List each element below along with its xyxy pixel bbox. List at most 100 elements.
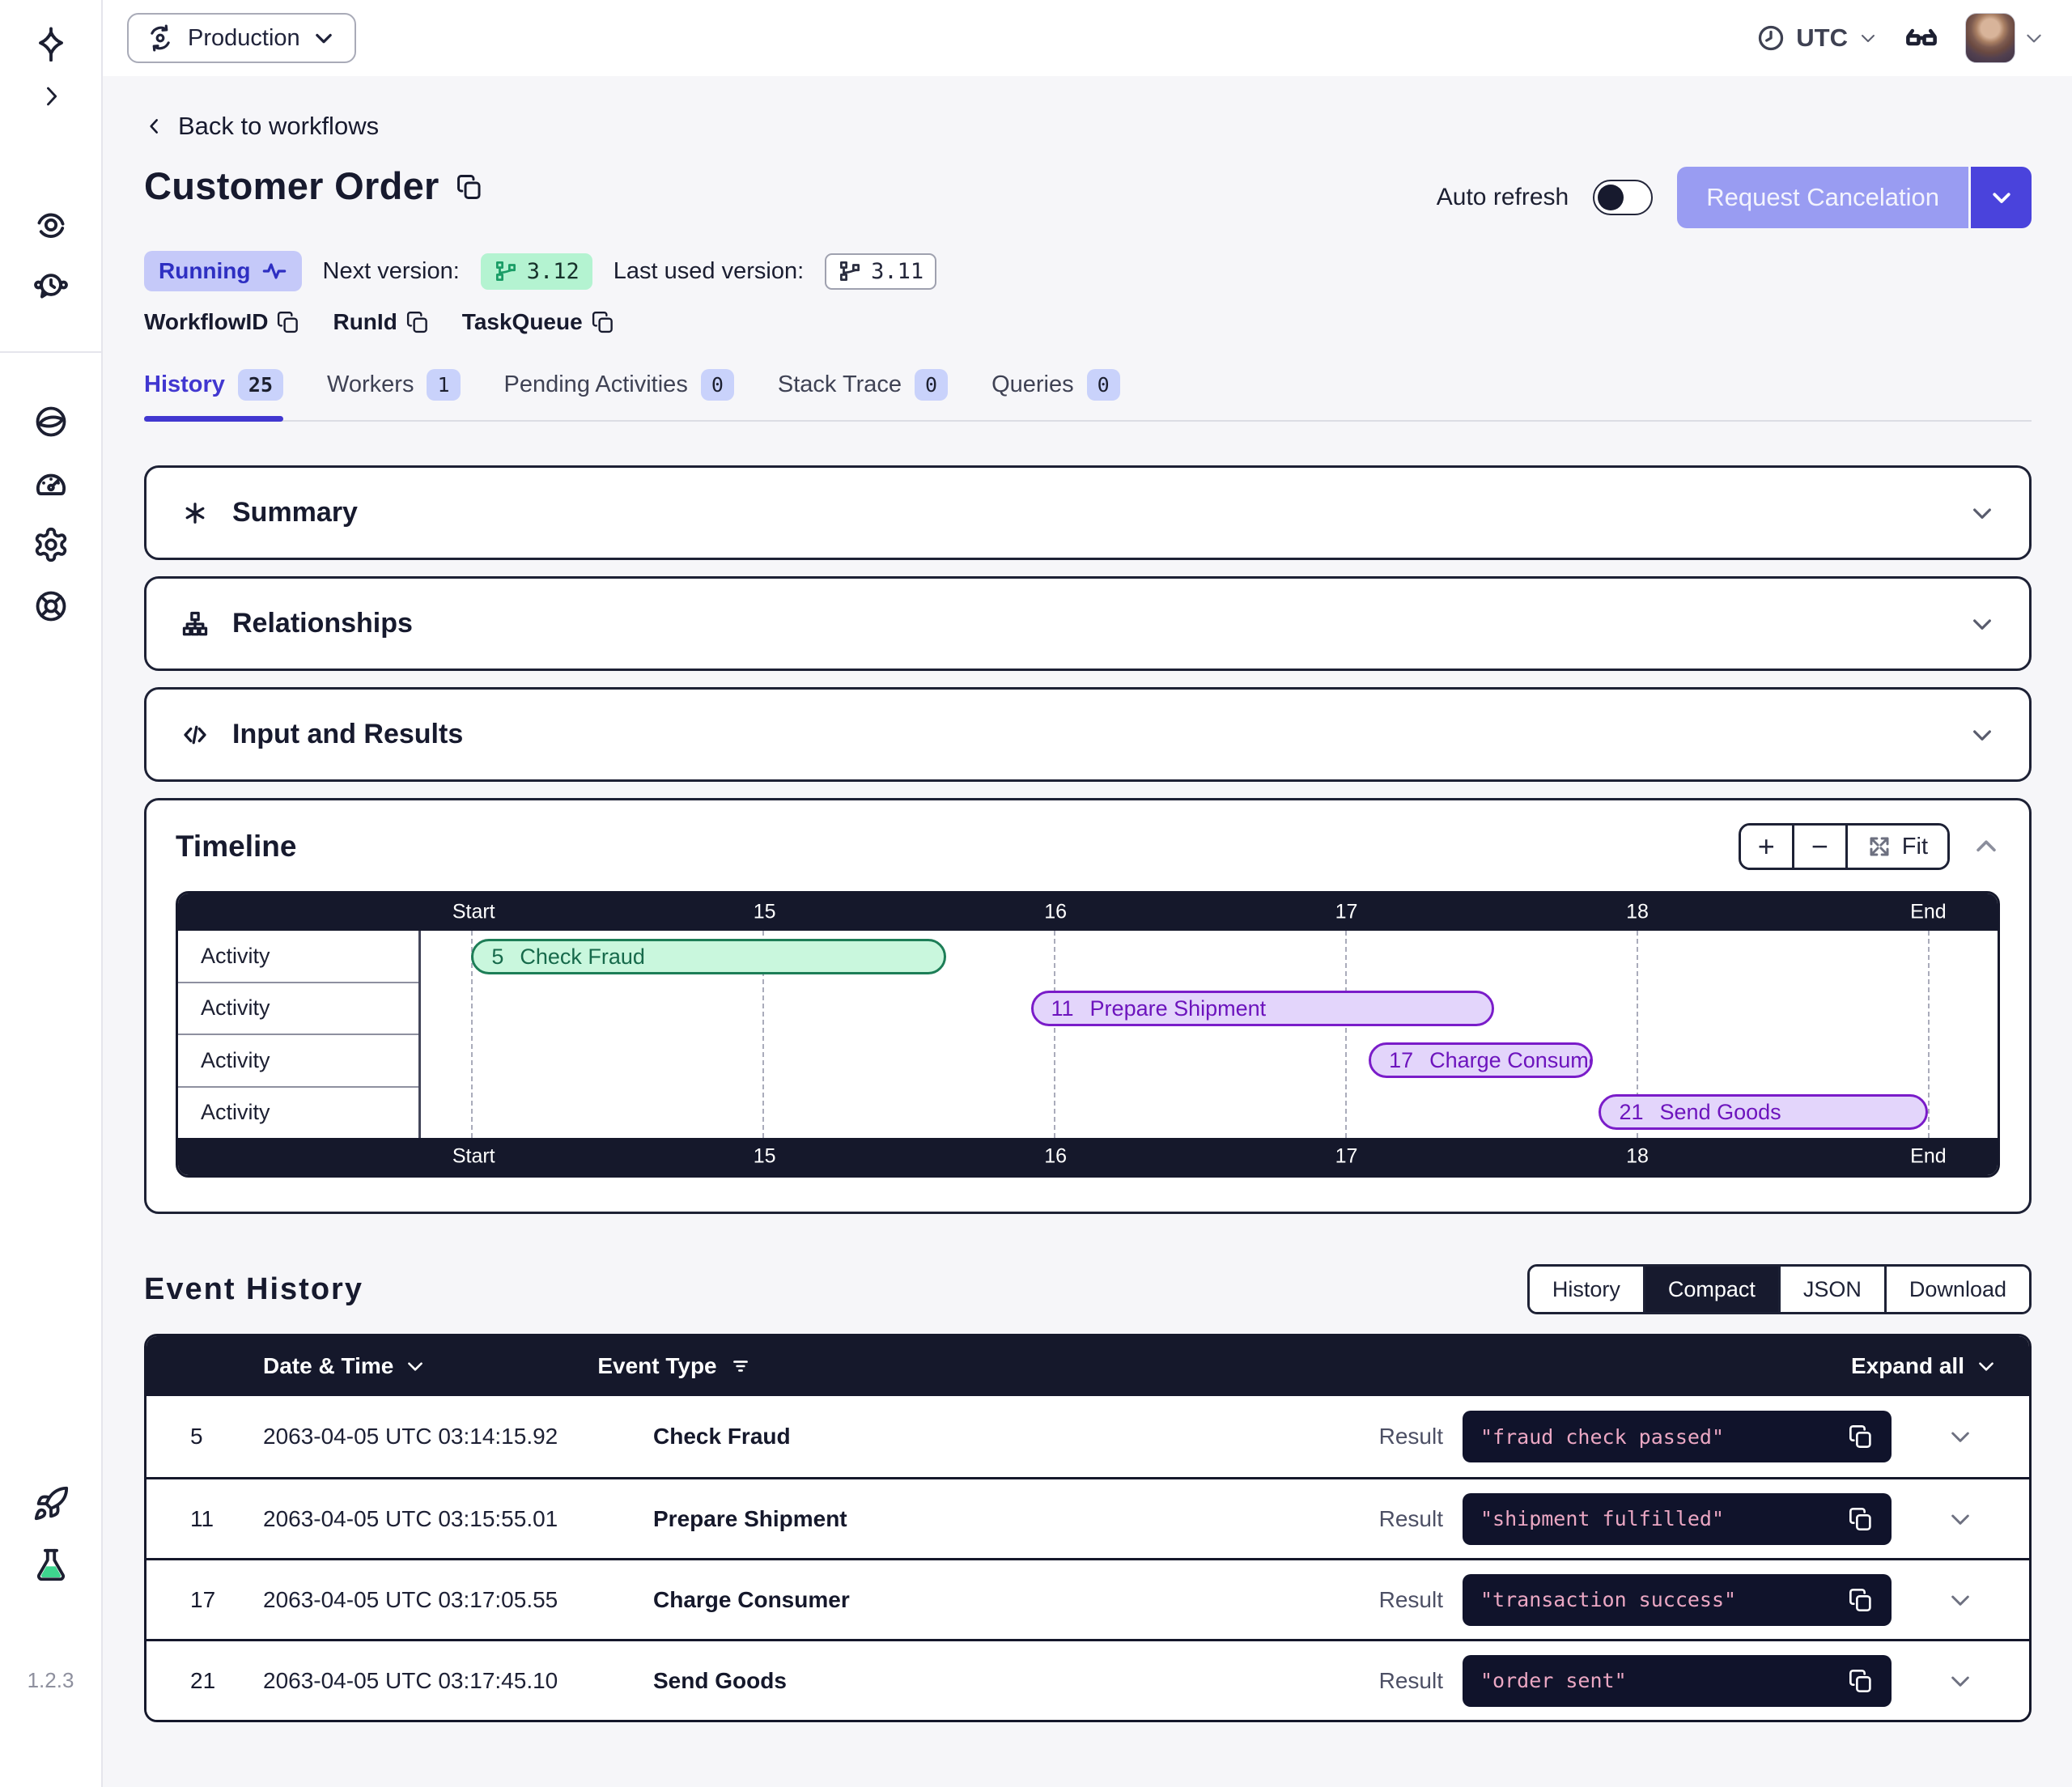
section-title: Input and Results <box>232 719 463 750</box>
view-switcher: History Compact JSON Download <box>1527 1264 2032 1314</box>
input-results-section[interactable]: Input and Results <box>144 687 2032 782</box>
namespace-selector[interactable]: Production <box>127 13 356 63</box>
auto-refresh-toggle[interactable] <box>1593 180 1653 215</box>
sidebar-item-workflows[interactable] <box>32 206 70 243</box>
axis-tick: Start <box>452 1145 495 1169</box>
feedback-glasses-button[interactable] <box>1900 21 1942 55</box>
bar-label: Send Goods <box>1660 1100 1781 1125</box>
filter-event-type[interactable]: Event Type <box>597 1353 750 1379</box>
expand-row-button[interactable] <box>1892 1587 2029 1613</box>
account-menu[interactable] <box>1965 13 2044 63</box>
copy-result-button[interactable] <box>1848 1424 1874 1450</box>
sidebar-item-support[interactable] <box>32 588 70 625</box>
table-row[interactable]: 17 2063-04-05 UTC 03:17:05.55 Charge Con… <box>146 1558 2029 1639</box>
timeline-controls: + − Fit <box>1739 823 2000 870</box>
view-json-button[interactable]: JSON <box>1781 1267 1887 1312</box>
copy-task-queue[interactable]: TaskQueue <box>462 309 615 335</box>
event-history-header: Event History History Compact JSON Downl… <box>144 1264 2032 1314</box>
tab-workers[interactable]: Workers 1 <box>327 369 460 420</box>
spiral-eye-icon <box>32 206 70 243</box>
sidebar-item-nexus[interactable] <box>32 24 70 62</box>
copy-icon <box>276 310 300 334</box>
event-type: Check Fraud <box>653 1424 1379 1450</box>
sidebar-item-getting-started[interactable] <box>32 1485 70 1522</box>
expand-all-control[interactable]: Expand all <box>1851 1353 1997 1379</box>
sort-by-date[interactable]: Date & Time <box>263 1353 426 1379</box>
sidebar-item-settings[interactable] <box>32 526 70 563</box>
summary-section[interactable]: Summary <box>144 465 2032 560</box>
topbar: Production UTC <box>103 0 2072 76</box>
event-id: 17 <box>146 1587 263 1613</box>
event-datetime: 2063-04-05 UTC 03:17:45.10 <box>263 1668 653 1694</box>
request-cancelation-button[interactable]: Request Cancelation <box>1677 167 1968 228</box>
view-compact-button[interactable]: Compact <box>1645 1267 1781 1312</box>
zoom-out-button[interactable]: − <box>1794 826 1848 868</box>
namespace-cycle-icon <box>145 23 176 53</box>
timeline-bar-prepare-shipment[interactable]: 11 Prepare Shipment <box>1031 991 1494 1026</box>
collapse-control[interactable] <box>1969 611 1995 637</box>
flask-icon <box>32 1547 70 1584</box>
workflow-tabs: History 25 Workers 1 Pending Activities … <box>144 369 2032 422</box>
zoom-in-button[interactable]: + <box>1741 826 1794 868</box>
view-history-button[interactable]: History <box>1530 1267 1645 1312</box>
status-label: Running <box>159 258 251 284</box>
result-pill: "order sent" <box>1463 1655 1892 1707</box>
copy-result-button[interactable] <box>1848 1668 1874 1694</box>
event-id: 5 <box>146 1424 263 1450</box>
expand-row-button[interactable] <box>1892 1424 2029 1450</box>
timeline-title: Timeline <box>176 830 296 864</box>
axis-tick: 16 <box>1044 901 1067 924</box>
copy-run-id[interactable]: RunId <box>333 309 429 335</box>
fit-label: Fit <box>1902 834 1928 860</box>
timeline-bar-charge-consumer[interactable]: 17 Charge Consumer <box>1369 1042 1593 1078</box>
collapse-control[interactable] <box>1969 500 1995 526</box>
chevron-down-icon <box>1947 1668 1973 1694</box>
timezone-selector[interactable]: UTC <box>1756 23 1878 53</box>
event-history-table-header: Date & Time Event Type Expand all <box>146 1336 2029 1396</box>
collapse-control[interactable] <box>1969 722 1995 748</box>
copy-workflow-id[interactable]: WorkflowID <box>144 309 300 335</box>
expand-row-button[interactable] <box>1892 1506 2029 1532</box>
tab-pending-activities[interactable]: Pending Activities 0 <box>504 369 734 420</box>
tab-queries[interactable]: Queries 0 <box>991 369 1120 420</box>
timeline-body: Activity Activity Activity Activity <box>178 931 1998 1138</box>
fit-button[interactable]: Fit <box>1848 826 1947 868</box>
table-row[interactable]: 11 2063-04-05 UTC 03:15:55.01 Prepare Sh… <box>146 1477 2029 1558</box>
sidebar-divider <box>0 351 102 353</box>
sidebar-expand-button[interactable] <box>37 83 65 110</box>
chevron-down-icon <box>1989 185 2014 210</box>
bar-label: Charge Consumer <box>1429 1048 1593 1073</box>
pulse-icon <box>261 258 287 284</box>
avatar[interactable] <box>1965 13 2015 63</box>
sidebar-item-schedules[interactable] <box>32 267 70 304</box>
download-button[interactable]: Download <box>1887 1267 2029 1312</box>
tab-label: Queries <box>991 371 1074 398</box>
tab-label: Workers <box>327 371 414 398</box>
tab-stack-trace[interactable]: Stack Trace 0 <box>778 369 948 420</box>
sidebar-item-labs[interactable] <box>32 1547 70 1584</box>
expand-row-button[interactable] <box>1892 1668 2029 1694</box>
rocket-icon <box>32 1485 70 1522</box>
copy-workflow-name-button[interactable] <box>456 173 483 201</box>
tab-history[interactable]: History 25 <box>144 369 283 420</box>
table-row[interactable]: 21 2063-04-05 UTC 03:17:45.10 Send Goods… <box>146 1639 2029 1720</box>
timeline-bar-check-fraud[interactable]: 5 Check Fraud <box>471 939 946 974</box>
status-badge: Running <box>144 251 302 291</box>
sidebar-item-temporal[interactable] <box>32 403 70 440</box>
chevron-up-icon <box>1972 833 2000 860</box>
sidebar-item-usage[interactable] <box>32 465 70 502</box>
timeline-bar-send-goods[interactable]: 21 Send Goods <box>1599 1094 1928 1130</box>
chevron-down-icon <box>1858 28 1878 48</box>
timeline-collapse-button[interactable] <box>1972 833 2000 860</box>
chevron-down-icon <box>1969 500 1995 526</box>
git-branch-icon <box>838 259 862 283</box>
git-branch-icon <box>494 259 518 283</box>
table-row[interactable]: 5 2063-04-05 UTC 03:14:15.92 Check Fraud… <box>146 1396 2029 1477</box>
relationships-section[interactable]: Relationships <box>144 576 2032 671</box>
axis-tick: End <box>1910 901 1946 924</box>
copy-result-button[interactable] <box>1848 1587 1874 1613</box>
copy-result-button[interactable] <box>1848 1506 1874 1532</box>
back-to-workflows-link[interactable]: Back to workflows <box>144 112 379 141</box>
tab-count-badge: 0 <box>915 369 948 401</box>
request-cancelation-dropdown[interactable] <box>1968 167 2032 228</box>
